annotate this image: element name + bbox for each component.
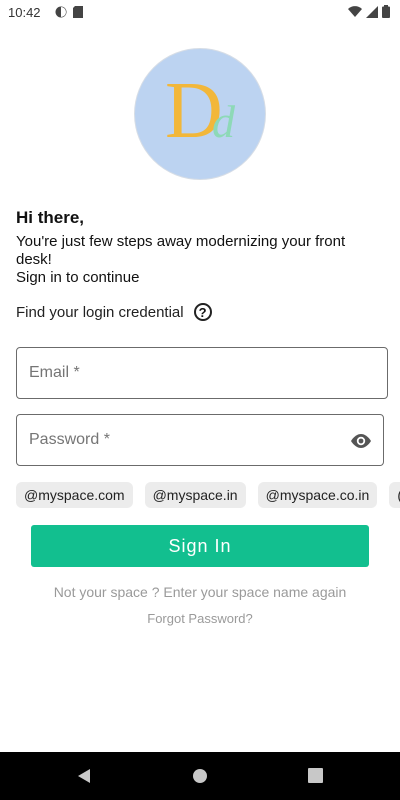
back-icon[interactable] <box>76 768 92 789</box>
battery-icon <box>382 5 390 23</box>
app-logo: D d <box>134 48 266 180</box>
credential-help-row: Find your login credential ? <box>16 303 212 321</box>
help-icon[interactable]: ? <box>193 303 212 321</box>
email-field[interactable] <box>17 348 387 398</box>
recent-apps-icon[interactable] <box>308 768 323 788</box>
domain-chip[interactable]: @myspace.in <box>144 482 246 508</box>
sd-card-icon <box>73 5 83 23</box>
forgot-password-link[interactable]: Forgot Password? <box>0 611 400 626</box>
password-field[interactable] <box>17 415 383 465</box>
status-time: 10:42 <box>8 5 41 20</box>
wifi-icon <box>348 5 362 23</box>
sign-in-button[interactable]: Sign In <box>31 525 369 567</box>
password-field-container <box>16 414 384 466</box>
visibility-toggle-icon[interactable] <box>349 429 373 458</box>
navigation-bar <box>0 752 400 800</box>
status-right-icons <box>348 5 390 23</box>
signin-prompt: Sign in to continue <box>16 269 140 286</box>
domain-chip[interactable]: @myspace.com <box>16 482 133 508</box>
home-icon[interactable] <box>192 768 208 789</box>
signal-icon <box>366 5 378 23</box>
greeting-heading: Hi there, <box>16 208 85 227</box>
status-left-icons <box>55 5 83 23</box>
credential-label: Find your login credential <box>16 303 184 321</box>
domain-suggestions: @myspace.com @myspace.in @myspace.co.in … <box>16 482 400 508</box>
status-bar: 10:42 <box>0 0 400 24</box>
domain-chip[interactable]: ( <box>389 482 400 508</box>
domain-chip[interactable]: @myspace.co.in <box>257 482 378 508</box>
intro-text: You're just few steps away modernizing y… <box>16 233 346 268</box>
logo-letter-sub: d <box>212 96 235 147</box>
notification-icon <box>55 5 67 23</box>
email-field-container <box>16 347 388 399</box>
not-your-space-link[interactable]: Not your space ? Enter your space name a… <box>0 584 400 600</box>
